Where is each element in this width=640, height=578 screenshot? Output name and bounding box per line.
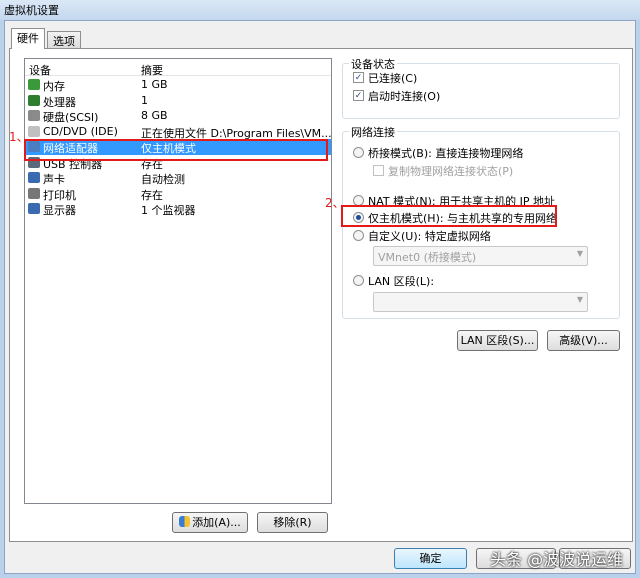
device-list[interactable]: 设备 摘要 内存 1 GB 处理器 1 硬盘(SCSI) 8 GB CD/DVD…	[24, 58, 332, 504]
device-row[interactable]: 硬盘(SCSI) 8 GB	[25, 108, 331, 124]
add-button[interactable]: 添加(A)...	[172, 512, 248, 533]
device-name: CD/DVD (IDE)	[43, 124, 118, 138]
printer-icon	[28, 187, 40, 199]
device-status-group: 设备状态 ✓ 已连接(C) ✓ 启动时连接(O)	[342, 56, 620, 119]
sound-card-icon	[28, 172, 40, 183]
device-row[interactable]: CD/DVD (IDE) 正在使用文件 D:\Program Files\VM.…	[25, 124, 332, 140]
dialog-client: 硬件 选项 设备 摘要 内存 1 GB 处理器 1 硬盘(SCSI) 8 GB …	[4, 20, 636, 574]
connect-at-power-on-label: 启动时连接(O)	[368, 90, 441, 103]
hardware-panel: 设备 摘要 内存 1 GB 处理器 1 硬盘(SCSI) 8 GB CD/DVD…	[9, 48, 633, 542]
device-summary: 1 个监视器	[141, 204, 196, 217]
bridged-label: 桥接模式(B): 直接连接物理网络	[368, 147, 524, 160]
shield-icon	[179, 516, 191, 527]
remove-button[interactable]: 移除(R)	[257, 512, 328, 533]
title-bar: 虚拟机设置	[0, 0, 640, 20]
device-row[interactable]: 打印机 存在	[25, 186, 331, 202]
custom-network-value: VMnet0 (桥接模式)	[378, 251, 477, 264]
device-summary: 1 GB	[141, 78, 168, 91]
lan-segment-select[interactable]: ▼	[373, 292, 588, 312]
connect-at-power-on-checkbox[interactable]: ✓	[353, 90, 364, 101]
lan-segment-radio[interactable]	[353, 275, 364, 286]
annotation-1: 1、	[9, 130, 29, 144]
tab-options[interactable]: 选项	[47, 31, 81, 48]
cd-dvd-icon	[28, 125, 40, 137]
device-row[interactable]: 显示器 1 个监视器	[25, 201, 331, 217]
chevron-down-icon: ▼	[576, 295, 583, 304]
ok-button[interactable]: 确定	[394, 548, 467, 569]
window-title: 虚拟机设置	[4, 4, 59, 17]
lan-segments-button[interactable]: LAN 区段(S)...	[457, 330, 538, 351]
device-name: 显示器	[43, 204, 76, 217]
tab-hardware[interactable]: 硬件	[11, 28, 45, 49]
memory-icon	[28, 79, 40, 90]
bridged-radio[interactable]	[353, 147, 364, 158]
device-row[interactable]: 声卡 自动检测	[25, 170, 331, 186]
connected-label: 已连接(C)	[368, 72, 418, 85]
add-label: 添加(A)...	[192, 516, 241, 529]
column-device[interactable]: 设备	[29, 62, 51, 78]
chevron-down-icon: ▼	[576, 249, 583, 258]
list-header: 设备 摘要	[25, 59, 331, 78]
annotation-2: 2、	[325, 196, 345, 210]
device-summary: 1	[141, 93, 148, 107]
column-summary[interactable]: 摘要	[141, 62, 163, 78]
custom-label: 自定义(U): 特定虚拟网络	[368, 230, 491, 243]
device-row[interactable]: 内存 1 GB	[25, 77, 331, 93]
highlight-box-network-adapter	[24, 139, 328, 161]
highlight-box-host-only	[341, 205, 557, 227]
advanced-button[interactable]: 高级(V)...	[547, 330, 620, 351]
processor-icon	[28, 94, 40, 106]
hard-disk-icon	[28, 110, 40, 121]
network-title: 网络连接	[349, 124, 397, 140]
replicate-checkbox[interactable]	[373, 165, 384, 176]
watermark: 头条 @波波说运维	[490, 550, 624, 569]
connected-checkbox[interactable]: ✓	[353, 72, 364, 83]
display-icon	[28, 203, 40, 214]
custom-radio[interactable]	[353, 230, 364, 241]
device-summary: 8 GB	[141, 109, 168, 122]
device-row[interactable]: 处理器 1	[25, 93, 331, 109]
replicate-label: 复制物理网络连接状态(P)	[388, 165, 514, 178]
lan-segment-label: LAN 区段(L):	[368, 275, 435, 288]
custom-network-select[interactable]: VMnet0 (桥接模式) ▼	[373, 246, 588, 266]
